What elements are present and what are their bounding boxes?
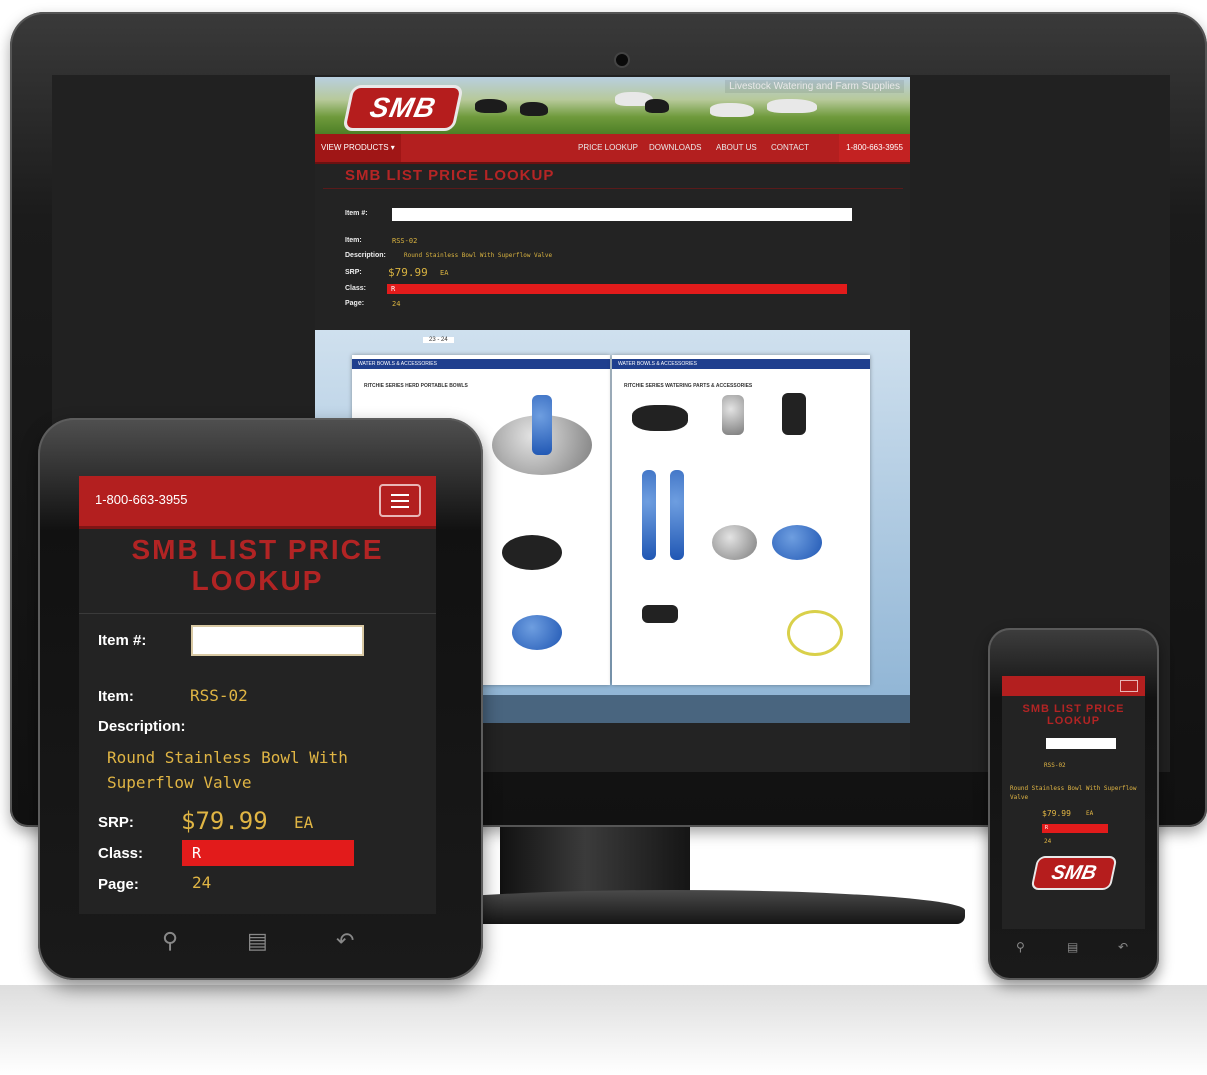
page-label: Page: bbox=[98, 876, 139, 893]
back-icon[interactable]: ↶ bbox=[336, 928, 354, 954]
tablet-screen: 1-800-663-3955 SMB LIST PRICE LOOKUP Ite… bbox=[79, 476, 436, 914]
view-products-menu[interactable]: VIEW PRODUCTS ▾ bbox=[315, 134, 401, 162]
item-number-label: Item #: bbox=[98, 632, 147, 649]
page-value: 24 bbox=[1044, 838, 1052, 845]
item-number-input[interactable] bbox=[191, 625, 364, 656]
page-label: Page: bbox=[345, 300, 365, 307]
page-value: 24 bbox=[392, 300, 401, 308]
catalog-subtitle: RITCHIE SERIES WATERING PARTS & ACCESSOR… bbox=[624, 383, 753, 389]
product-image bbox=[502, 535, 562, 570]
cow-image bbox=[645, 99, 669, 113]
nav-phone-number[interactable]: 1-800-663-3955 bbox=[839, 134, 910, 162]
smb-logo[interactable]: SMB bbox=[1030, 856, 1118, 890]
catalog-header: WATER BOWLS & ACCESSORIES bbox=[352, 359, 610, 369]
unit-value: EA bbox=[1086, 810, 1094, 817]
nav-contact[interactable]: CONTACT bbox=[771, 134, 809, 162]
divider bbox=[323, 188, 903, 189]
site-banner: SMB Livestock Watering and Farm Supplies bbox=[315, 77, 910, 134]
product-image bbox=[782, 393, 806, 435]
srp-value: $79.99 bbox=[1042, 809, 1071, 818]
page-value: 24 bbox=[192, 873, 212, 892]
nav-downloads[interactable]: DOWNLOADS bbox=[649, 134, 701, 162]
monitor-stand-neck bbox=[500, 827, 690, 897]
back-icon[interactable]: ↶ bbox=[1118, 940, 1128, 954]
description-label: Description: bbox=[98, 718, 186, 735]
page-title: SMB LIST PRICE LOOKUP bbox=[345, 167, 555, 184]
site-tagline: Livestock Watering and Farm Supplies bbox=[725, 80, 904, 93]
srp-value: $79.99 bbox=[388, 266, 428, 279]
srp-label: SRP: bbox=[345, 269, 362, 276]
product-image bbox=[670, 470, 684, 560]
tablet-phone-number[interactable]: 1-800-663-3955 bbox=[95, 492, 188, 507]
phone-phone-number[interactable] bbox=[1007, 682, 1008, 688]
item-number-label: Item #: bbox=[345, 210, 368, 217]
item-number-input[interactable] bbox=[1046, 738, 1116, 749]
product-image bbox=[632, 405, 688, 431]
description-value: Round Stainless Bowl With Superflow Valv… bbox=[404, 252, 553, 259]
item-value: RSS-02 bbox=[190, 686, 248, 705]
cow-image bbox=[520, 102, 548, 116]
product-image bbox=[787, 610, 843, 656]
catalog-toolbar: 23 - 24 bbox=[323, 337, 454, 343]
item-value: RSS-02 bbox=[1044, 762, 1066, 769]
catalog-page-range[interactable]: 23 - 24 bbox=[423, 337, 454, 343]
class-value: R bbox=[1042, 824, 1108, 833]
home-icon[interactable]: ▤ bbox=[1067, 940, 1078, 954]
reflection bbox=[0, 985, 1207, 1075]
camera-icon bbox=[614, 52, 630, 68]
nav-price-lookup[interactable]: PRICE LOOKUP bbox=[578, 134, 638, 162]
phone-screen: SMB LIST PRICE LOOKUP RSS-02 Round Stain… bbox=[1002, 676, 1145, 929]
nav-about-us[interactable]: ABOUT US bbox=[716, 134, 757, 162]
cow-image bbox=[767, 99, 817, 113]
page-title: SMB LIST PRICE LOOKUP bbox=[131, 534, 384, 596]
phone-header bbox=[1002, 676, 1145, 696]
product-image bbox=[532, 395, 552, 455]
class-value: R bbox=[182, 840, 354, 866]
unit-value: EA bbox=[440, 269, 449, 277]
product-image bbox=[642, 470, 656, 560]
description-line-1: Round Stainless Bowl With bbox=[107, 748, 348, 767]
description-line-2: Superflow Valve bbox=[107, 773, 252, 792]
search-icon[interactable]: ⚲ bbox=[1016, 940, 1025, 954]
tablet-header: 1-800-663-3955 bbox=[79, 476, 436, 529]
catalog-header: WATER BOWLS & ACCESSORIES bbox=[612, 359, 870, 369]
srp-label: SRP: bbox=[98, 814, 134, 831]
item-number-input[interactable] bbox=[392, 208, 852, 221]
product-image bbox=[512, 615, 562, 650]
product-image bbox=[712, 525, 757, 560]
catalog-subtitle: RITCHIE SERIES HERD PORTABLE BOWLS bbox=[364, 383, 468, 389]
home-icon[interactable]: ▤ bbox=[247, 928, 268, 954]
product-image bbox=[772, 525, 822, 560]
description-value: Round Stainless Bowl With Superflow Valv… bbox=[1010, 785, 1137, 801]
description-label: Description: bbox=[345, 252, 386, 259]
cow-image bbox=[710, 103, 754, 117]
product-image bbox=[722, 395, 744, 435]
menu-icon[interactable] bbox=[1120, 680, 1138, 692]
divider bbox=[79, 613, 436, 614]
page-title: SMB LIST PRICE LOOKUP bbox=[1022, 703, 1125, 727]
class-label: Class: bbox=[98, 845, 144, 862]
class-label: Class: bbox=[345, 285, 367, 292]
search-icon[interactable]: ⚲ bbox=[162, 928, 178, 954]
menu-icon[interactable] bbox=[379, 484, 421, 517]
item-value: RSS-02 bbox=[392, 237, 418, 245]
product-image bbox=[642, 605, 678, 623]
cow-image bbox=[475, 99, 507, 113]
class-value: R bbox=[387, 284, 847, 294]
srp-value: $79.99 bbox=[181, 807, 268, 835]
smb-logo[interactable]: SMB bbox=[342, 85, 464, 131]
tablet-device: 1-800-663-3955 SMB LIST PRICE LOOKUP Ite… bbox=[38, 418, 483, 980]
catalog-page-right: WATER BOWLS & ACCESSORIES RITCHIE SERIES… bbox=[612, 355, 870, 685]
site-nav: VIEW PRODUCTS ▾ PRICE LOOKUP DOWNLOADS A… bbox=[315, 134, 910, 164]
unit-value: EA bbox=[294, 813, 314, 832]
item-label: Item: bbox=[345, 237, 362, 244]
phone-device: SMB LIST PRICE LOOKUP RSS-02 Round Stain… bbox=[988, 628, 1159, 980]
item-label: Item: bbox=[98, 688, 134, 705]
